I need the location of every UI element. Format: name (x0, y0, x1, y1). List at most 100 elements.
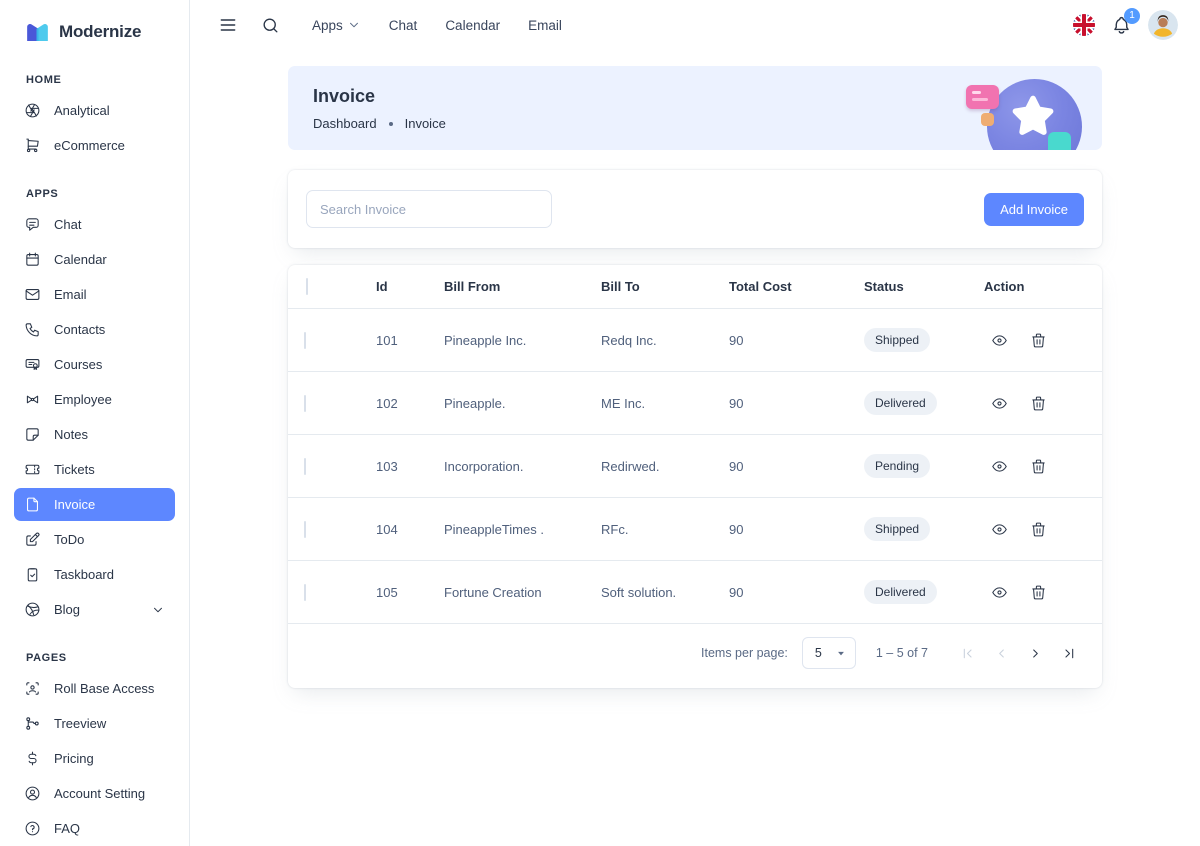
delete-invoice-button[interactable] (1024, 577, 1054, 607)
sidebar-item-label: Analytical (54, 103, 110, 118)
sidebar-item-email[interactable]: Email (14, 278, 175, 311)
edit-icon (24, 531, 41, 548)
previous-page-button[interactable] (984, 636, 1018, 670)
row-checkbox[interactable] (304, 584, 306, 601)
notifications-button[interactable]: 1 (1111, 15, 1132, 36)
items-per-page-select[interactable]: 5 (802, 637, 856, 669)
breadcrumb-separator (389, 122, 393, 126)
sidebar-item-treeview[interactable]: Treeview (14, 707, 175, 740)
nav-apps[interactable]: Apps (302, 12, 371, 39)
view-invoice-button[interactable] (984, 577, 1014, 607)
sidebar-item-employee[interactable]: Employee (14, 383, 175, 416)
sidebar-item-notes[interactable]: Notes (14, 418, 175, 451)
sidebar-item-account-setting[interactable]: Account Setting (14, 777, 175, 810)
sidebar-section-pages: PAGES (26, 652, 175, 664)
cell-bill-from: PineappleTimes . (428, 498, 585, 561)
eye-icon (991, 332, 1008, 349)
column-header-bill-from: Bill From (428, 265, 585, 309)
search-invoice-input[interactable] (306, 190, 552, 228)
pagination-range: 1 – 5 of 7 (876, 646, 928, 660)
status-badge: Shipped (864, 517, 930, 541)
delete-invoice-button[interactable] (1024, 388, 1054, 418)
sidebar-item-chat[interactable]: Chat (14, 208, 175, 241)
sidebar-item-ecommerce[interactable]: eCommerce (14, 129, 175, 162)
row-checkbox[interactable] (304, 521, 306, 538)
cell-bill-to: Soft solution. (585, 561, 713, 624)
nav-calendar[interactable]: Calendar (435, 12, 510, 39)
orange-square-shape (981, 113, 994, 126)
mail-icon (24, 286, 41, 303)
delete-invoice-button[interactable] (1024, 325, 1054, 355)
app-root: Modernize HOME Analytical eCommerce APPS… (0, 0, 1200, 846)
clipboard-icon (24, 566, 41, 583)
sidebar-item-todo[interactable]: ToDo (14, 523, 175, 556)
sidebar-item-tickets[interactable]: Tickets (14, 453, 175, 486)
select-all-checkbox[interactable] (306, 278, 308, 295)
cell-bill-from: Pineapple. (428, 372, 585, 435)
sidebar-item-label: FAQ (54, 821, 80, 836)
pagination-bar: Items per page: 5 1 – 5 of 7 (288, 624, 1102, 684)
nav-email[interactable]: Email (518, 12, 572, 39)
cell-total-cost: 90 (713, 309, 848, 372)
column-header-bill-to: Bill To (585, 265, 713, 309)
invoice-table: Id Bill From Bill To Total Cost Status A… (288, 265, 1102, 624)
note-icon (24, 426, 41, 443)
last-page-icon (1061, 645, 1078, 662)
eye-icon (991, 521, 1008, 538)
star-icon (1007, 92, 1059, 147)
cart-icon (24, 137, 41, 154)
sidebar-item-faq[interactable]: FAQ (14, 812, 175, 845)
row-checkbox[interactable] (304, 332, 306, 349)
cell-id: 105 (360, 561, 428, 624)
delete-invoice-button[interactable] (1024, 514, 1054, 544)
hamburger-menu-icon[interactable] (212, 9, 244, 41)
sidebar-item-courses[interactable]: Courses (14, 348, 175, 381)
sidebar-item-taskboard[interactable]: Taskboard (14, 558, 175, 591)
tree-icon (24, 715, 41, 732)
sidebar-item-calendar[interactable]: Calendar (14, 243, 175, 276)
language-flag-icon[interactable] (1073, 14, 1095, 36)
trash-icon (1030, 458, 1047, 475)
sidebar-item-label: ToDo (54, 532, 84, 547)
sidebar-section-home: HOME (26, 74, 175, 86)
view-invoice-button[interactable] (984, 514, 1014, 544)
ribbon-icon (24, 391, 41, 408)
sidebar-item-label: Courses (54, 357, 102, 372)
sidebar-item-analytical[interactable]: Analytical (14, 94, 175, 127)
row-checkbox[interactable] (304, 395, 306, 412)
view-invoice-button[interactable] (984, 388, 1014, 418)
row-checkbox[interactable] (304, 458, 306, 475)
cell-bill-from: Fortune Creation (428, 561, 585, 624)
sidebar-item-invoice[interactable]: Invoice (14, 488, 175, 521)
breadcrumb-dashboard[interactable]: Dashboard (313, 116, 377, 131)
cell-bill-from: Pineapple Inc. (428, 309, 585, 372)
last-page-button[interactable] (1052, 636, 1086, 670)
sidebar-item-label: Treeview (54, 716, 106, 731)
sidebar-item-contacts[interactable]: Contacts (14, 313, 175, 346)
page-content: Invoice Dashboard Invoice (288, 66, 1102, 688)
view-invoice-button[interactable] (984, 451, 1014, 481)
search-icon[interactable] (254, 9, 286, 41)
calendar-icon (24, 251, 41, 268)
brand-logo[interactable]: Modernize (14, 18, 175, 48)
sidebar-item-label: eCommerce (54, 138, 125, 153)
main-area: Apps Chat Calendar Email 1 (190, 0, 1200, 846)
cell-bill-to: RFc. (585, 498, 713, 561)
nav-chat[interactable]: Chat (379, 12, 428, 39)
nav-calendar-label: Calendar (445, 18, 500, 33)
next-page-button[interactable] (1018, 636, 1052, 670)
user-avatar[interactable] (1148, 10, 1178, 40)
help-icon (24, 820, 41, 837)
trash-icon (1030, 395, 1047, 412)
view-invoice-button[interactable] (984, 325, 1014, 355)
eye-icon (991, 584, 1008, 601)
nav-email-label: Email (528, 18, 562, 33)
delete-invoice-button[interactable] (1024, 451, 1054, 481)
sidebar-item-blog[interactable]: Blog (14, 593, 175, 626)
sidebar-item-roll-base-access[interactable]: Roll Base Access (14, 672, 175, 705)
add-invoice-button[interactable]: Add Invoice (984, 193, 1084, 226)
top-header: Apps Chat Calendar Email 1 (190, 0, 1200, 50)
first-page-icon (959, 645, 976, 662)
first-page-button[interactable] (950, 636, 984, 670)
sidebar-item-pricing[interactable]: Pricing (14, 742, 175, 775)
